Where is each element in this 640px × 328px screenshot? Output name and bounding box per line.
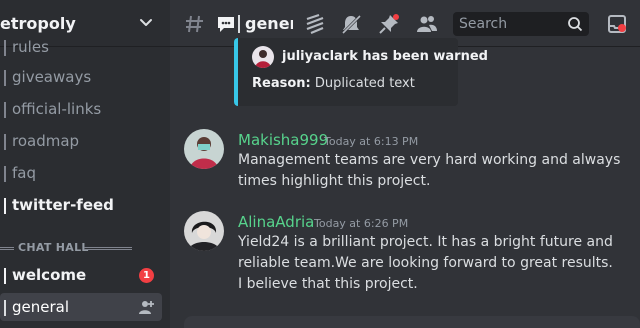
channel-label: rules <box>12 38 49 56</box>
channel-item-welcome[interactable]: welcome 1 <box>0 261 162 289</box>
channel-label: official-links <box>12 100 102 118</box>
message-timestamp: Today at 6:13 PM <box>324 135 419 148</box>
inbox-badge <box>618 24 626 32</box>
category-label: CHAT HALL <box>18 241 89 254</box>
channel-label: general <box>12 298 70 316</box>
threads-list-icon[interactable] <box>304 13 326 35</box>
warned-text: juliyaclark has been warned <box>282 49 488 64</box>
channel-item-faq[interactable]: faq <box>0 159 162 187</box>
avatar <box>252 46 274 68</box>
channel-title: general <box>245 14 293 33</box>
category-chat-hall[interactable]: CHAT HALL <box>0 241 170 255</box>
channel-label: welcome <box>12 266 87 284</box>
channel-bar-icon <box>4 166 6 182</box>
channel-item-twitter-feed[interactable]: twitter-feed <box>0 191 162 219</box>
mention-badge: 1 <box>139 268 154 283</box>
channel-item-official-links[interactable]: official-links <box>0 95 162 123</box>
reason-label: Reason: <box>252 76 311 91</box>
channel-item-general[interactable]: general <box>0 293 162 321</box>
message-input[interactable] <box>184 316 640 328</box>
message-line: times highlight this project. <box>238 173 431 189</box>
chevron-down-icon[interactable] <box>138 14 154 30</box>
message-author[interactable]: Makisha999 <box>238 131 328 149</box>
channel-label: faq <box>12 164 36 182</box>
message-line: Yield24 is a brilliant project. It has a… <box>238 234 613 250</box>
chat-icon[interactable] <box>215 13 237 35</box>
pinned-icon[interactable] <box>378 13 400 35</box>
message-timestamp: Today at 6:26 PM <box>314 217 409 230</box>
channel-item-roadmap[interactable]: roadmap <box>0 127 162 155</box>
add-member-icon[interactable] <box>138 299 155 316</box>
channel-bar-icon <box>4 40 6 56</box>
members-icon[interactable] <box>416 13 438 35</box>
channel-item-giveaways[interactable]: giveaways <box>0 63 162 91</box>
channel-bar-icon <box>4 134 6 150</box>
server-name: etropoly <box>0 14 76 33</box>
embed-accent-stripe <box>234 38 238 106</box>
notification-settings-icon[interactable] <box>340 13 362 35</box>
channel-bar-icon <box>4 300 6 316</box>
message-line: Management teams are very hard working a… <box>238 152 621 168</box>
channel-bar-icon <box>4 268 6 284</box>
channel-label: roadmap <box>12 132 80 150</box>
reason-value: Duplicated text <box>314 76 415 91</box>
channel-label: twitter-feed <box>12 196 114 214</box>
channel-item-rules[interactable]: rules <box>0 33 162 61</box>
threads-icon[interactable] <box>184 13 206 35</box>
category-divider <box>84 247 132 250</box>
channel-bar-icon <box>4 70 6 86</box>
channel-bar-icon <box>4 198 6 214</box>
reason-text: Reason: Duplicated text <box>252 76 415 91</box>
message-line: reliable team.We are looking forward to … <box>238 255 613 271</box>
search-placeholder: Search <box>459 16 508 32</box>
channel-bar-icon <box>4 102 6 118</box>
message-line: I believe that this project. <box>238 276 418 292</box>
channel-label: giveaways <box>12 68 92 86</box>
warning-embed: juliyaclark has been warned Reason: Dupl… <box>234 38 488 106</box>
channel-sidebar: etropoly rules giveaways official-links … <box>0 0 170 328</box>
inbox-icon[interactable] <box>606 13 628 35</box>
category-divider <box>0 247 14 250</box>
avatar[interactable] <box>184 129 224 169</box>
avatar[interactable] <box>184 211 224 251</box>
message-author[interactable]: AlinaAdria <box>238 213 314 231</box>
search-icon <box>568 17 583 32</box>
channel-bar-icon <box>238 15 240 33</box>
search-input[interactable]: Search <box>453 12 589 36</box>
